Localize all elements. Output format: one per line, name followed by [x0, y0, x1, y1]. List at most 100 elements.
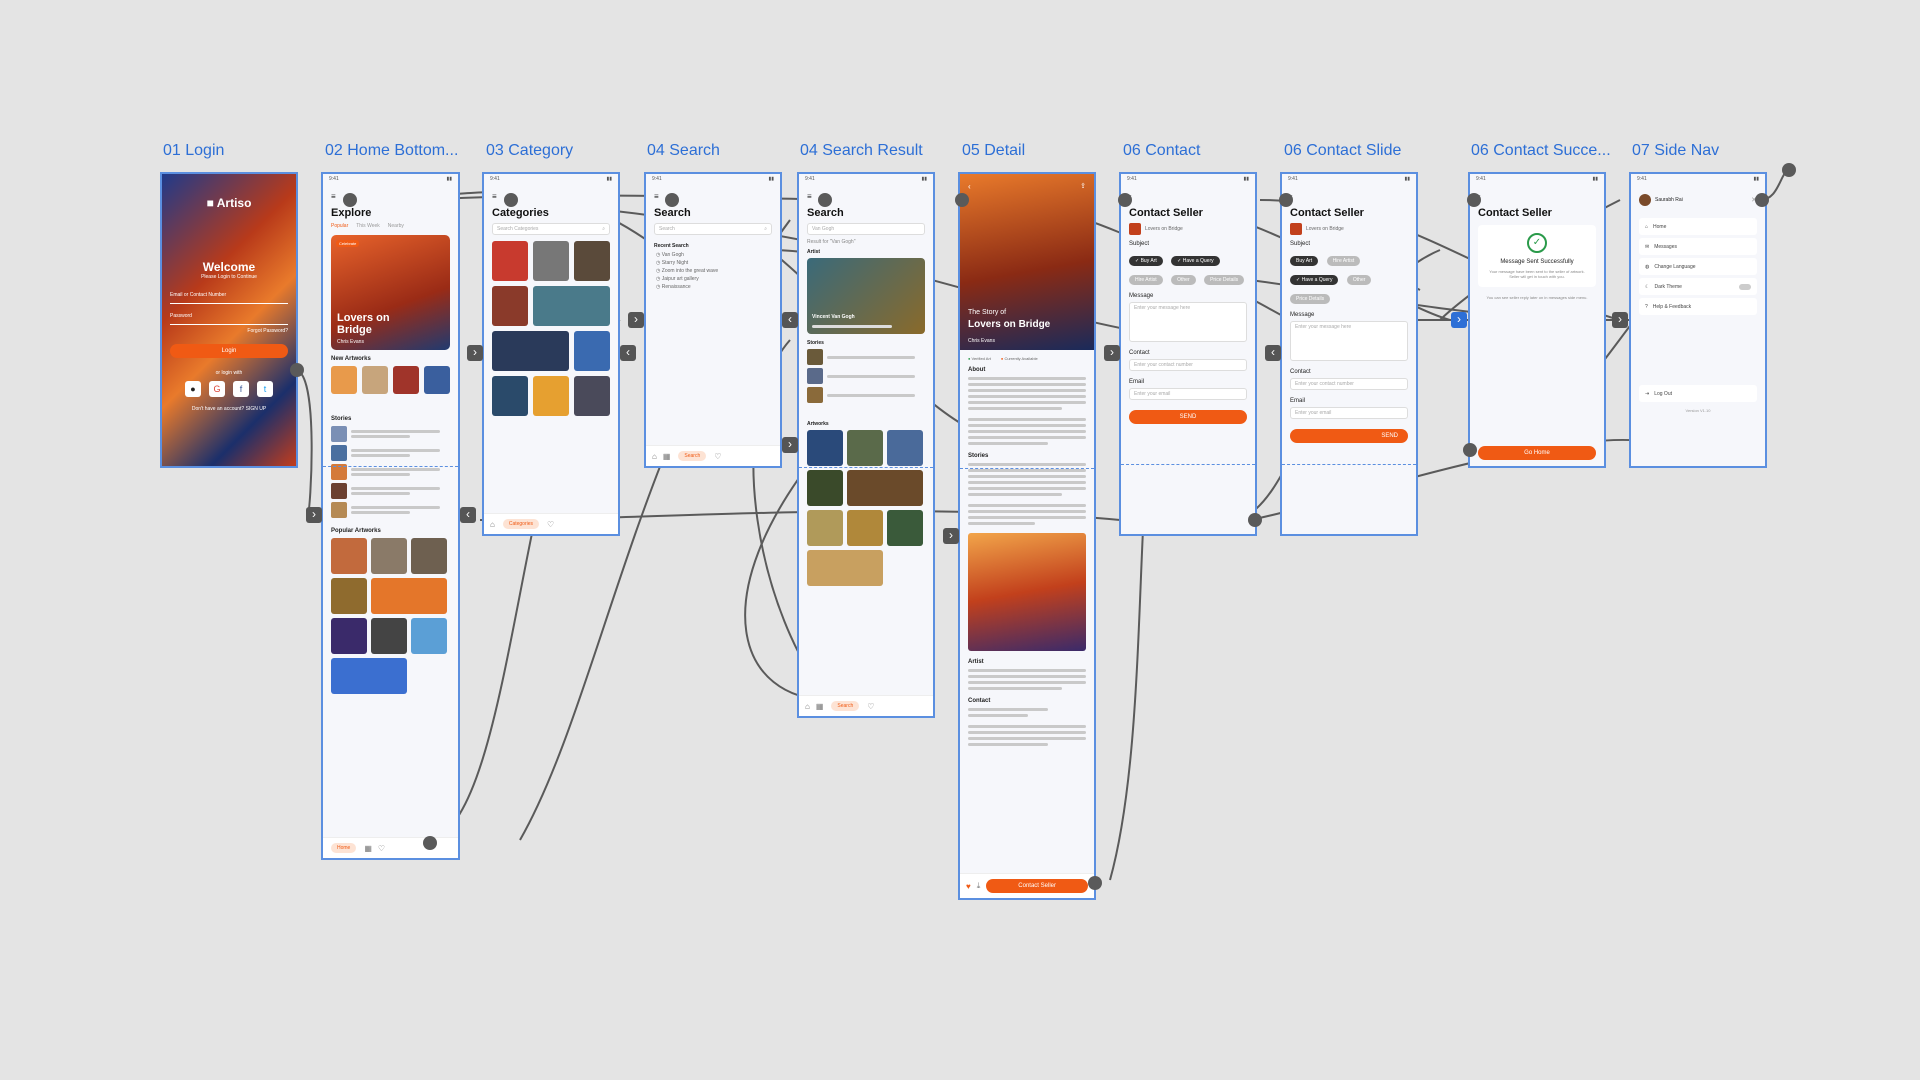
- chevron-left-icon[interactable]: ‹: [782, 312, 798, 328]
- grid-icon[interactable]: ▦: [364, 844, 372, 853]
- sidebar-item-home[interactable]: ⌂ Home: [1639, 218, 1757, 235]
- story-item[interactable]: [807, 349, 925, 365]
- connector-handle[interactable]: [1088, 876, 1102, 890]
- recent-search-item[interactable]: ◷ Starry Night: [656, 260, 770, 266]
- google-login-icon[interactable]: G: [209, 381, 225, 397]
- popular-artwork-thumb[interactable]: [331, 538, 367, 574]
- chevron-right-icon[interactable]: ›: [943, 528, 959, 544]
- grid-icon[interactable]: ▦: [663, 452, 671, 461]
- new-artwork-thumb[interactable]: [362, 366, 388, 394]
- artwork-thumb[interactable]: [887, 510, 923, 546]
- chevron-left-icon[interactable]: ‹: [1265, 345, 1281, 361]
- email-field[interactable]: Email or Contact Number: [170, 292, 288, 304]
- story-item[interactable]: [331, 426, 450, 442]
- featured-artwork-card[interactable]: Celebrate Lovers on Bridge Chris Evans: [331, 235, 450, 350]
- heart-icon[interactable]: ♡: [378, 844, 385, 853]
- connector-handle[interactable]: [1463, 443, 1477, 457]
- popular-artwork-thumb[interactable]: [371, 618, 407, 654]
- share-icon[interactable]: ⇪: [1080, 182, 1086, 190]
- home-screen[interactable]: 9:41 ▮▮ ≡ Explore Popular This Week Nearb…: [321, 172, 460, 860]
- chip-have-query[interactable]: ✓ Have a Query: [1290, 275, 1339, 285]
- category-tile[interactable]: [492, 331, 569, 371]
- category-tile[interactable]: [574, 376, 610, 416]
- popular-artwork-thumb[interactable]: [371, 538, 407, 574]
- nav-categories[interactable]: Categories: [502, 519, 540, 529]
- chip-buy-art[interactable]: ✓ Buy Art: [1129, 256, 1163, 266]
- connector-handle[interactable]: [1782, 163, 1796, 177]
- sidebar-item-logout[interactable]: ⇥ Log Out: [1639, 385, 1757, 402]
- connector-handle[interactable]: [423, 836, 437, 850]
- contact-screen[interactable]: 9:41▮▮ ‹ Contact Seller Lovers on Bridge…: [1119, 172, 1257, 536]
- contact-seller-button[interactable]: Contact Seller: [986, 879, 1088, 893]
- home-icon[interactable]: ⌂: [652, 452, 657, 461]
- message-input[interactable]: Enter your message here: [1129, 302, 1247, 342]
- heart-icon[interactable]: ♡: [547, 520, 554, 529]
- twitter-login-icon[interactable]: t: [257, 381, 273, 397]
- chip-price-details[interactable]: Price Details: [1204, 275, 1245, 285]
- new-artwork-thumb[interactable]: [424, 366, 450, 394]
- recent-search-item[interactable]: ◷ Zoom into the great wave: [656, 268, 770, 274]
- login-screen[interactable]: ■ Artiso Welcome Please Login to Continu…: [160, 172, 298, 468]
- email-input[interactable]: Enter your email: [1290, 407, 1408, 419]
- story-item[interactable]: [807, 387, 925, 403]
- chip-other[interactable]: Other: [1346, 275, 1372, 285]
- category-tile[interactable]: [492, 376, 528, 416]
- home-icon[interactable]: ⌂: [805, 702, 810, 711]
- tab-nearby[interactable]: Nearby: [388, 223, 404, 229]
- download-icon[interactable]: ⤓: [977, 881, 981, 891]
- chip-other[interactable]: Other: [1171, 275, 1196, 285]
- dark-theme-toggle[interactable]: [1739, 283, 1751, 290]
- story-item[interactable]: [331, 445, 450, 461]
- category-screen[interactable]: 9:41 ▮▮ ≡ Categories Search Categories ⌕ ⌂…: [482, 172, 620, 536]
- category-tile[interactable]: [574, 331, 610, 371]
- recent-search-item[interactable]: ◷ Jaipur art gallery: [656, 276, 770, 282]
- grid-icon[interactable]: ▦: [816, 702, 824, 711]
- artwork-thumb[interactable]: [847, 430, 883, 466]
- connector-handle[interactable]: [1118, 193, 1132, 207]
- chip-price-details[interactable]: Price Details: [1290, 294, 1331, 304]
- side-nav-screen[interactable]: 9:41▮▮ Saurabh Rai ✕ ⌂Home ✉Messages ◍Ch…: [1629, 172, 1767, 468]
- like-icon[interactable]: ♥: [966, 882, 971, 891]
- connector-handle[interactable]: [955, 193, 969, 207]
- chip-hire-artist[interactable]: Hire Artist: [1326, 256, 1361, 266]
- chevron-right-icon[interactable]: ›: [782, 437, 798, 453]
- artwork-thumb[interactable]: [887, 430, 923, 466]
- search-result-input[interactable]: Van Gogh: [807, 223, 925, 235]
- category-search-input[interactable]: Search Categories ⌕: [492, 223, 610, 235]
- chevron-left-icon[interactable]: ‹: [460, 507, 476, 523]
- signup-link[interactable]: Don't have an account? SIGN UP: [162, 406, 296, 412]
- popular-artwork-thumb[interactable]: [331, 658, 407, 694]
- connector-handle[interactable]: [1467, 193, 1481, 207]
- artist-card[interactable]: Vincent Van Gogh: [807, 258, 925, 334]
- popular-artwork-thumb[interactable]: [411, 618, 447, 654]
- story-item[interactable]: [807, 368, 925, 384]
- artwork-thumb[interactable]: [807, 550, 883, 586]
- category-tile[interactable]: [533, 241, 569, 281]
- recent-search-item[interactable]: ◷ Renaissance: [656, 284, 770, 290]
- facebook-login-icon[interactable]: f: [233, 381, 249, 397]
- sidebar-item-messages[interactable]: ✉ Messages: [1639, 238, 1757, 255]
- artwork-thumb[interactable]: [807, 510, 843, 546]
- apple-login-icon[interactable]: ●: [185, 381, 201, 397]
- nav-search[interactable]: Search: [831, 701, 860, 711]
- password-field[interactable]: Password: [170, 313, 288, 325]
- story-item[interactable]: [331, 483, 450, 499]
- tab-popular[interactable]: Popular: [331, 223, 348, 229]
- story-item[interactable]: [331, 502, 450, 518]
- connector-handle[interactable]: [1755, 193, 1769, 207]
- category-tile[interactable]: [574, 241, 610, 281]
- connector-handle[interactable]: [1279, 193, 1293, 207]
- home-icon[interactable]: ⌂: [490, 520, 495, 529]
- email-input[interactable]: Enter your email: [1129, 388, 1247, 400]
- chevron-right-icon[interactable]: ›: [1451, 312, 1467, 328]
- detail-screen[interactable]: ‹ ⇪ The Story of Lovers on Bridge Chris …: [958, 172, 1096, 900]
- send-button[interactable]: SEND: [1129, 410, 1247, 424]
- contact-success-screen[interactable]: 9:41▮▮ ‹ Contact Seller ✓ Message Sent S…: [1468, 172, 1606, 468]
- chevron-right-icon[interactable]: ›: [1612, 312, 1628, 328]
- artwork-thumb[interactable]: [847, 470, 923, 506]
- category-tile[interactable]: [533, 286, 610, 326]
- popular-artwork-thumb[interactable]: [331, 618, 367, 654]
- popular-artwork-thumb[interactable]: [411, 538, 447, 574]
- recent-search-item[interactable]: ◷ Van Gogh: [656, 252, 770, 258]
- message-input[interactable]: Enter your message here: [1290, 321, 1408, 361]
